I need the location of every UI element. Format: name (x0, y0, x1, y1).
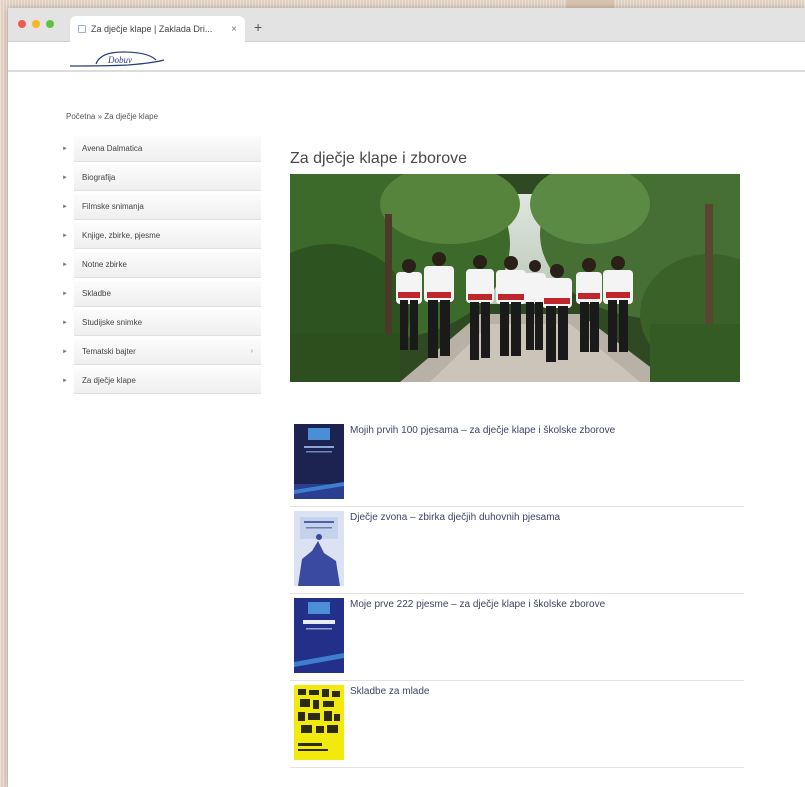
bullet-icon: ► (62, 145, 68, 152)
sidebar-item[interactable]: ► Notne zbirke (60, 250, 270, 279)
sidebar-item-box[interactable]: Knjige, zbirke, pjesme (74, 222, 261, 249)
maximize-window-button[interactable] (46, 20, 54, 28)
book-cover-icon (294, 424, 344, 499)
hero-image (290, 174, 740, 382)
sidebar-item-label: Knjige, zbirke, pjesme (82, 230, 161, 240)
book-list: Mojih prvih 100 pjesama – za dječje klap… (290, 420, 744, 768)
sidebar-item-label: Avena Dalmatica (82, 143, 143, 153)
sidebar-item-box[interactable]: Tematski bajter › (74, 338, 261, 365)
book-title-link[interactable]: Moje prve 222 pjesme – za dječje klape i… (350, 598, 605, 611)
sidebar-item-box[interactable]: Biografija (74, 164, 261, 191)
book-cover-image[interactable] (294, 424, 344, 499)
site-logo[interactable]: Dobuv (68, 48, 168, 70)
sidebar-item-label: Studijske snimke (82, 317, 143, 327)
bullet-icon: ► (62, 203, 68, 210)
new-tab-button[interactable]: + (254, 19, 262, 35)
book-title-link[interactable]: Dječje zvona – zbirka dječjih duhovnih p… (350, 511, 560, 524)
sidebar-item-label: Za dječje klape (82, 375, 136, 385)
sidebar-item[interactable]: ► Filmske snimanja (60, 192, 270, 221)
sidebar-item-label: Notne zbirke (82, 259, 127, 269)
sidebar-item[interactable]: ► Biografija (60, 163, 270, 192)
bullet-icon: ► (62, 261, 68, 268)
book-cover-image[interactable] (294, 511, 344, 586)
book-cover-image[interactable] (294, 598, 344, 673)
browser-tab[interactable]: Za dječje klape | Zaklada Dri... × (70, 16, 245, 42)
sidebar-item-label: Biografija (82, 172, 116, 182)
browser-window: Za dječje klape | Zaklada Dri... × + Dob… (8, 8, 805, 787)
sidebar-item-box[interactable]: Notne zbirke (74, 251, 261, 278)
sidebar-item-label: Filmske snimanja (82, 201, 144, 211)
sidebar-item-box[interactable]: Filmske snimanja (74, 193, 261, 220)
sidebar-item-label: Skladbe (82, 288, 111, 298)
book-title-link[interactable]: Mojih prvih 100 pjesama – za dječje klap… (350, 424, 615, 437)
list-item[interactable]: Moje prve 222 pjesme – za dječje klape i… (290, 594, 744, 681)
sidebar-item[interactable]: ► Knjige, zbirke, pjesme (60, 221, 270, 250)
sidebar-item-box[interactable]: Za dječje klape (74, 367, 261, 394)
bullet-icon: ► (62, 377, 68, 384)
book-cover-icon (294, 598, 344, 673)
bullet-icon: ► (62, 348, 68, 355)
page-title: Za dječje klape i zborove (290, 150, 467, 167)
sidebar-item-label: Tematski bajter (82, 346, 136, 356)
bullet-icon: ► (62, 290, 68, 297)
list-item[interactable]: Skladbe za mlade (290, 681, 744, 768)
favicon-icon (78, 25, 86, 33)
browser-chrome: Za dječje klape | Zaklada Dri... × + (8, 8, 805, 42)
minimize-window-button[interactable] (32, 20, 40, 28)
background-notch (566, 0, 614, 8)
site-header: Dobuv (8, 42, 805, 72)
window-controls (18, 20, 54, 28)
list-item[interactable]: Dječje zvona – zbirka dječjih duhovnih p… (290, 507, 744, 594)
sidebar-item[interactable]: ► Za dječje klape (60, 366, 270, 395)
sidebar-item[interactable]: ► Tematski bajter › (60, 337, 270, 366)
book-cover-image[interactable] (294, 685, 344, 760)
logo-icon: Dobuv (69, 51, 165, 67)
sidebar-item-box[interactable]: Skladbe (74, 280, 261, 307)
book-cover-icon (294, 685, 344, 760)
bullet-icon: ► (62, 319, 68, 326)
sidebar-menu: ► Avena Dalmatica ► Biografija ► Filmske snim… (60, 134, 270, 395)
chevron-right-icon: › (250, 347, 253, 355)
choir-photo-icon (290, 174, 740, 382)
close-window-button[interactable] (18, 20, 26, 28)
tab-close-icon[interactable]: × (231, 24, 237, 35)
sidebar-item[interactable]: ► Skladbe (60, 279, 270, 308)
breadcrumb[interactable]: Početna » Za dječje klape (66, 112, 158, 121)
logo-text: Dobuv (107, 55, 132, 65)
page-content: Početna » Za dječje klape ► Avena Dalmati… (60, 72, 750, 785)
sidebar-item[interactable]: ► Studijske snimke (60, 308, 270, 337)
bullet-icon: ► (62, 174, 68, 181)
sidebar-item[interactable]: ► Avena Dalmatica (60, 134, 270, 163)
sidebar-item-box[interactable]: Avena Dalmatica (74, 135, 261, 162)
book-cover-icon (294, 511, 344, 586)
sidebar-item-box[interactable]: Studijske snimke (74, 309, 261, 336)
book-title-link[interactable]: Skladbe za mlade (350, 685, 430, 698)
bullet-icon: ► (62, 232, 68, 239)
tab-title: Za dječje klape | Zaklada Dri... (91, 24, 213, 34)
list-item[interactable]: Mojih prvih 100 pjesama – za dječje klap… (290, 420, 744, 507)
main-content: Za dječje klape i zborove Mojih prvih 10… (290, 150, 744, 768)
